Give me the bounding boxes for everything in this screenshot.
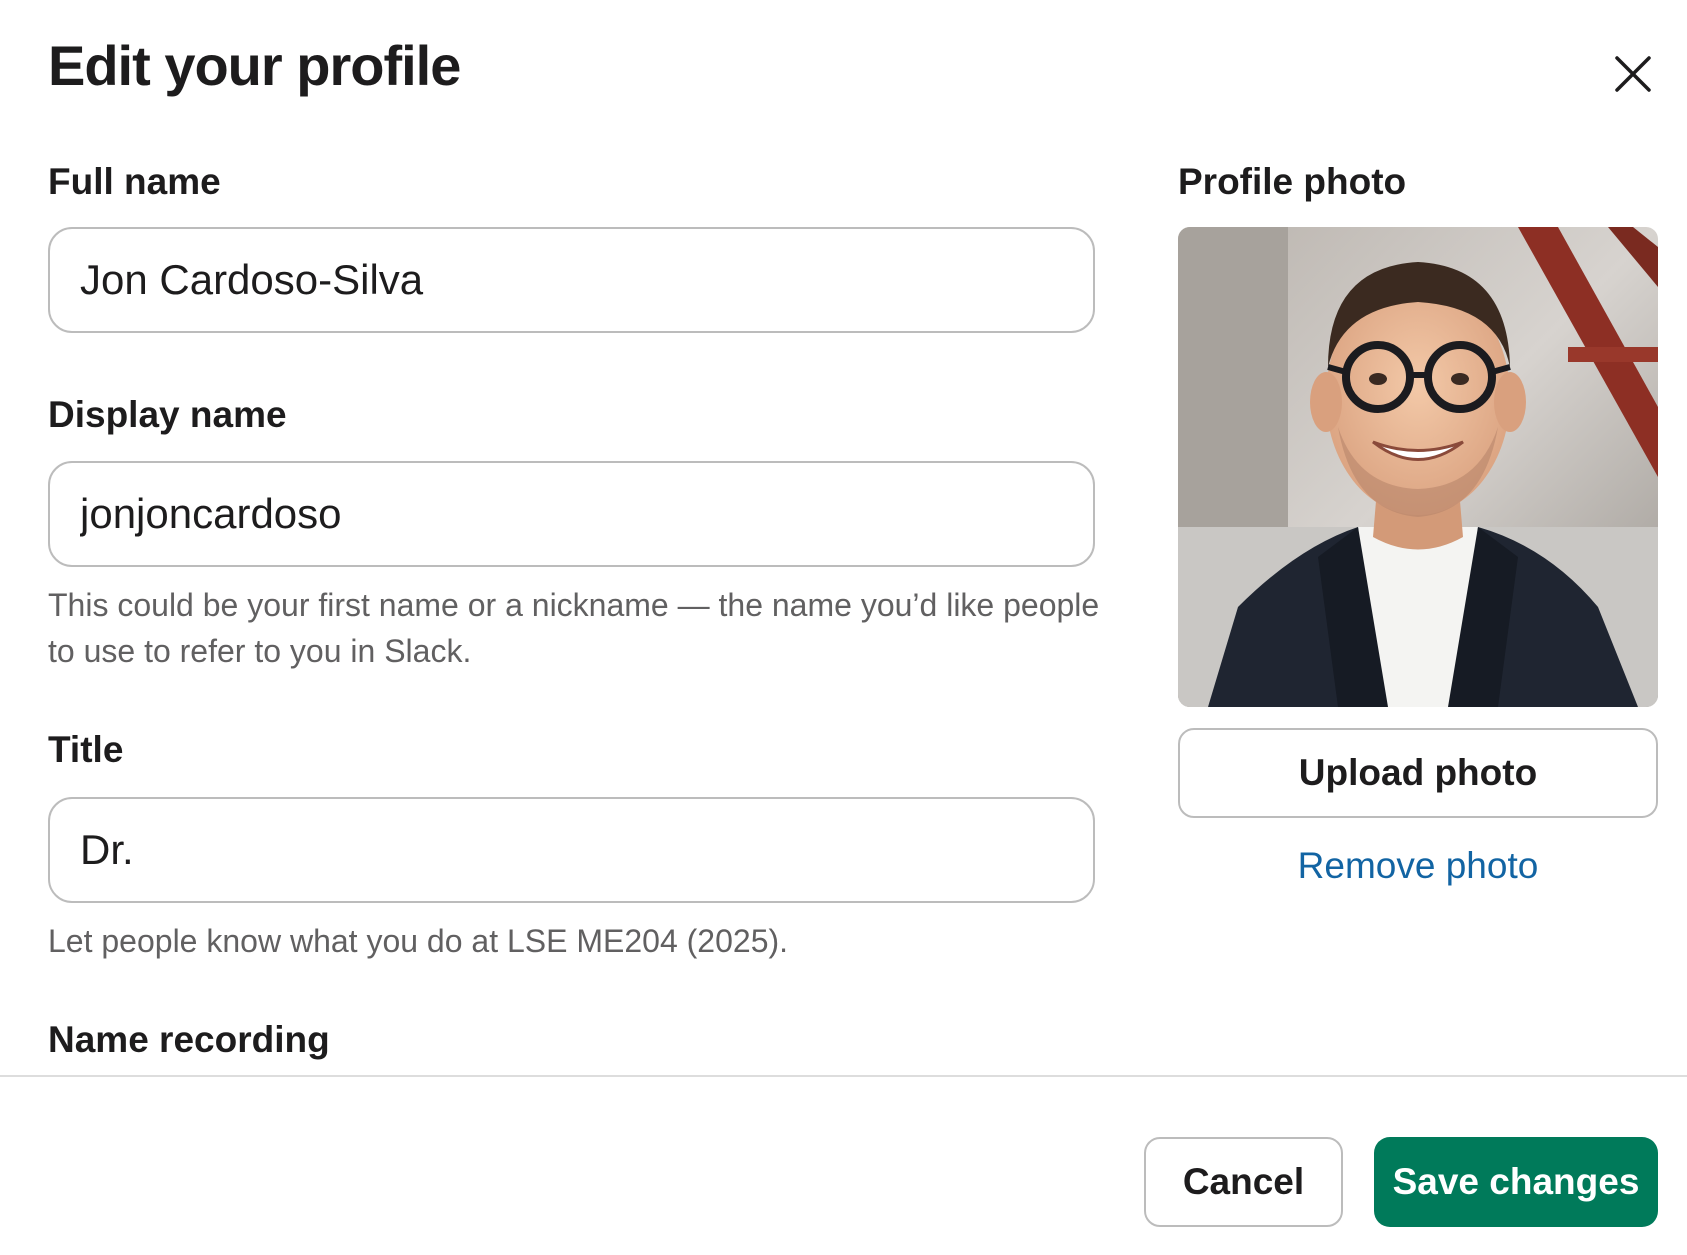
profile-photo-image bbox=[1178, 227, 1658, 707]
title-field-wrapper bbox=[48, 797, 1095, 903]
profile-photo bbox=[1178, 227, 1658, 707]
display-name-input[interactable] bbox=[50, 463, 1093, 565]
title-label: Title bbox=[48, 729, 124, 770]
footer-divider bbox=[0, 1075, 1687, 1077]
full-name-label: Full name bbox=[48, 161, 221, 202]
title-hint: Let people know what you do at LSE ME204… bbox=[48, 923, 789, 959]
display-name-label: Display name bbox=[48, 394, 287, 435]
save-changes-button[interactable]: Save changes bbox=[1374, 1137, 1658, 1227]
display-name-field-wrapper bbox=[48, 461, 1095, 567]
name-recording-label: Name recording bbox=[48, 1019, 330, 1060]
upload-photo-button[interactable]: Upload photo bbox=[1178, 728, 1658, 818]
profile-photo-label: Profile photo bbox=[1178, 161, 1407, 202]
edit-profile-dialog: Edit your profile Full name Display name… bbox=[0, 0, 1687, 1255]
dialog-title: Edit your profile bbox=[48, 34, 461, 97]
cancel-button[interactable]: Cancel bbox=[1144, 1137, 1343, 1227]
display-name-hint: This could be your first name or a nickn… bbox=[48, 587, 1100, 669]
full-name-field-wrapper bbox=[48, 227, 1095, 333]
full-name-input[interactable] bbox=[50, 229, 1093, 331]
remove-photo-link[interactable]: Remove photo bbox=[1178, 840, 1658, 892]
close-icon bbox=[1615, 56, 1651, 92]
close-button[interactable] bbox=[1605, 46, 1661, 102]
title-input[interactable] bbox=[50, 799, 1093, 901]
